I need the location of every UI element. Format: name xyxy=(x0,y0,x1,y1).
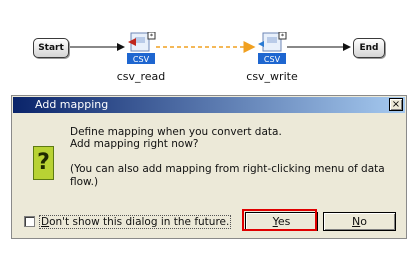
svg-text:*: * xyxy=(281,33,284,40)
csv-read-icon[interactable]: * CSV xyxy=(126,31,156,66)
dont-show-checkbox-label[interactable]: Don't show this dialog in the future. xyxy=(39,214,232,229)
close-icon: × xyxy=(391,99,401,110)
csv-write-icon[interactable]: * CSV xyxy=(257,31,287,66)
add-mapping-dialog: Add mapping × ? Define mapping when you … xyxy=(11,95,407,239)
close-button[interactable]: × xyxy=(389,98,403,111)
csv-write-label: csv_write xyxy=(246,70,298,83)
svg-text:*: * xyxy=(150,33,153,40)
question-icon: ? xyxy=(33,146,54,180)
no-button[interactable]: No xyxy=(323,212,396,231)
message-line-2: Add mapping right now? xyxy=(70,138,199,150)
dont-show-checkbox-row[interactable]: Don't show this dialog in the future. xyxy=(24,214,232,229)
dialog-title: Add mapping xyxy=(35,98,109,111)
csv-read-label: csv_read xyxy=(116,70,166,83)
start-node[interactable]: Start xyxy=(33,38,69,58)
yes-button[interactable]: Yes xyxy=(245,212,318,231)
svg-text:CSV: CSV xyxy=(133,55,150,64)
flow-diagram: Start * CSV csv_read * CSV csv_write End xyxy=(0,0,418,92)
svg-text:CSV: CSV xyxy=(264,55,281,64)
message-note: (You can also add mapping from right-cli… xyxy=(70,163,385,188)
dialog-titlebar[interactable]: Add mapping × xyxy=(13,97,405,113)
end-node[interactable]: End xyxy=(353,38,385,58)
dont-show-checkbox[interactable] xyxy=(24,216,35,227)
